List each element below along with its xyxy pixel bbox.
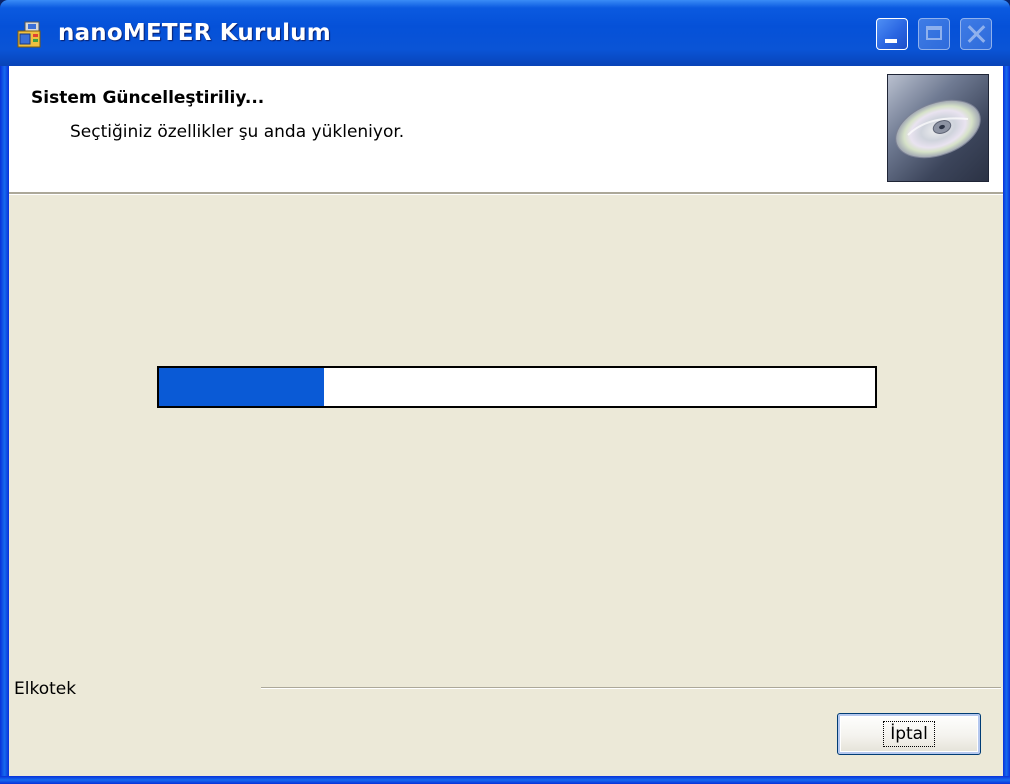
- window-frame-bottom: [0, 776, 1010, 784]
- close-icon[interactable]: [960, 18, 992, 50]
- maximize-icon[interactable]: [918, 18, 950, 50]
- minimize-icon[interactable]: [876, 18, 908, 50]
- progress-fill: [159, 368, 324, 406]
- header-title: Sistem Güncelleştiriliy...: [31, 88, 265, 108]
- window-frame-left: [0, 66, 9, 784]
- install-progress-bar: [157, 366, 877, 408]
- installer-window: nanoMETER Kurulum Sistem Güncelleştirili…: [0, 0, 1010, 784]
- cancel-button-label: İptal: [883, 721, 935, 747]
- brand-divider: [261, 687, 1001, 689]
- window-title: nanoMETER Kurulum: [58, 20, 331, 46]
- title-bar[interactable]: nanoMETER Kurulum: [0, 0, 1010, 66]
- cd-disc-icon: [887, 74, 989, 182]
- brand-label: Elkotek: [14, 679, 77, 699]
- cancel-button[interactable]: İptal: [837, 713, 981, 755]
- dialog-header: Sistem Güncelleştiriliy... Seçtiğiniz öz…: [9, 66, 1003, 192]
- installer-icon: [16, 20, 46, 50]
- header-subtitle: Seçtiğiniz özellikler şu anda yükleniyor…: [70, 122, 405, 142]
- dialog-content: Elkotek İptal: [9, 195, 1003, 776]
- window-frame-right: [1003, 66, 1010, 784]
